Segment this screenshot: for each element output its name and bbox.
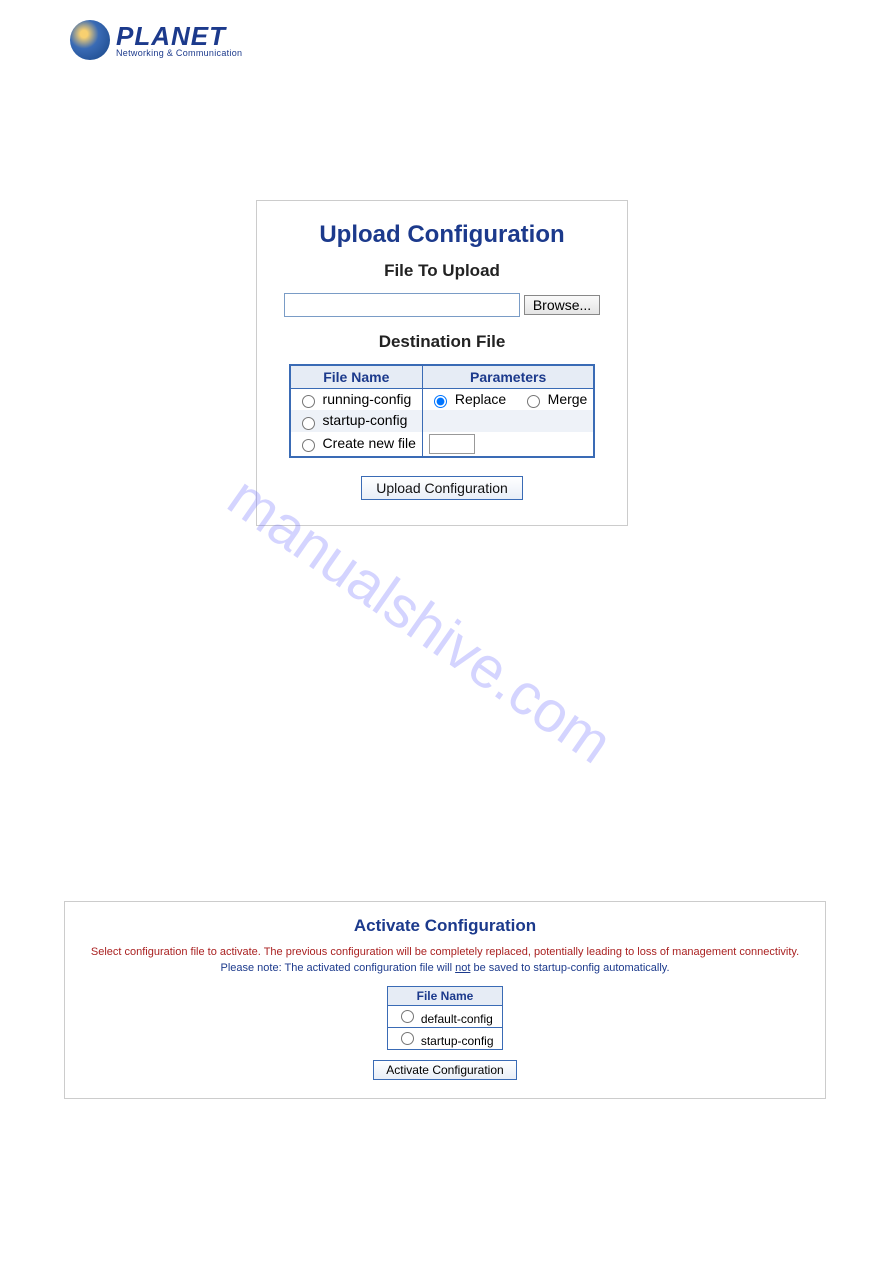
logo-name: PLANET [116,23,242,49]
upload-configuration-button[interactable]: Upload Configuration [361,476,523,500]
column-header-filename: File Name [290,365,423,389]
column-header-parameters: Parameters [422,365,594,389]
note-post: be saved to startup-config automatically… [470,962,669,974]
radio-replace[interactable] [434,395,447,408]
activate-file-table: File Name default-config startup-config [387,986,502,1050]
file-path-input[interactable] [284,293,520,317]
file-upload-row: Browse... [257,293,627,317]
radio-activate-startup-config[interactable] [401,1032,414,1045]
row-create-new-file: Create new file [290,432,595,457]
logo-text: PLANET Networking & Communication [116,23,242,58]
radio-running-config[interactable] [302,395,315,408]
label-activate-startup-config: startup-config [421,1034,494,1048]
browse-button[interactable]: Browse... [524,295,600,315]
file-to-upload-heading: File To Upload [257,261,627,281]
globe-icon [70,20,110,60]
note-pre: Please note: The activated configuration… [220,962,455,974]
label-replace: Replace [455,391,506,407]
row-default-config: default-config [388,1006,502,1028]
label-default-config: default-config [421,1012,493,1026]
row-running-config: running-config Replace Merge [290,389,595,411]
destination-file-heading: Destination File [257,332,627,352]
activate-configuration-button[interactable]: Activate Configuration [373,1060,516,1080]
radio-startup-config[interactable] [302,417,315,430]
label-merge: Merge [548,391,588,407]
activate-warning-text: Select configuration file to activate. T… [65,946,825,958]
row-activate-startup-config: startup-config [388,1028,502,1050]
radio-default-config[interactable] [401,1010,414,1023]
upload-configuration-panel: Upload Configuration File To Upload Brow… [256,200,628,526]
activate-note-text: Please note: The activated configuration… [65,962,825,974]
label-create-new-file: Create new file [323,435,416,451]
label-running-config: running-config [323,391,412,407]
logo-tagline: Networking & Communication [116,49,242,58]
label-startup-config: startup-config [323,412,408,428]
new-file-name-input[interactable] [429,434,475,454]
radio-merge[interactable] [527,395,540,408]
brand-logo: PLANET Networking & Communication [70,20,242,60]
note-underlined: not [455,962,470,974]
upload-title: Upload Configuration [257,221,627,249]
activate-header-filename: File Name [388,987,502,1006]
destination-file-table: File Name Parameters running-config Repl… [289,364,596,458]
radio-create-new-file[interactable] [302,439,315,452]
activate-title: Activate Configuration [65,916,825,936]
activate-configuration-panel: Activate Configuration Select configurat… [64,901,826,1099]
row-startup-config: startup-config [290,410,595,431]
